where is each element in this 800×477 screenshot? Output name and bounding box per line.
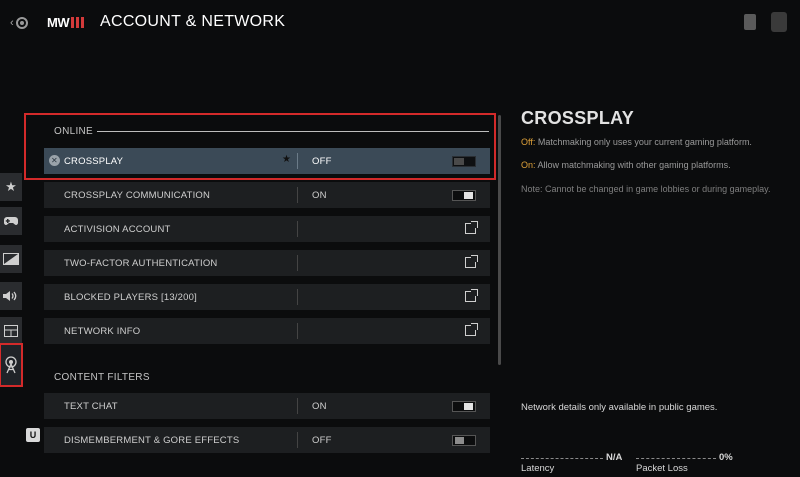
row-divider — [297, 398, 298, 414]
text-chat-toggle[interactable] — [452, 401, 476, 412]
back-button[interactable]: ‹ — [10, 15, 34, 31]
star-icon: ★ — [5, 179, 17, 194]
row-divider — [297, 323, 298, 339]
latency-value: N/A — [606, 452, 623, 463]
latency-label: Latency — [521, 463, 555, 474]
header-indicator-icon — [744, 14, 756, 30]
detail-title: CROSSPLAY — [521, 108, 635, 128]
packet-loss-value: 0% — [719, 452, 733, 463]
row-divider — [297, 187, 298, 203]
detail-off-text: Matchmaking only uses your current gamin… — [535, 137, 752, 147]
external-link-icon — [465, 323, 478, 336]
rail-interface-tab[interactable] — [0, 317, 22, 345]
external-link-icon — [465, 255, 478, 268]
detail-note: Note: Cannot be changed in game lobbies … — [521, 184, 771, 194]
game-logo: MW — [47, 15, 85, 30]
rail-controller-tab[interactable] — [0, 207, 22, 235]
blocked-players-row[interactable]: BLOCKED PLAYERS [13/200] — [44, 284, 490, 310]
gore-effects-value: OFF — [312, 435, 332, 446]
activision-account-label: ACTIVISION ACCOUNT — [64, 224, 171, 235]
highlight-box — [24, 113, 496, 180]
rail-audio-tab[interactable] — [0, 282, 22, 310]
blocked-players-label: BLOCKED PLAYERS [13/200] — [64, 292, 197, 303]
packet-loss-dash — [636, 458, 716, 459]
logo-bars-icon — [71, 17, 85, 28]
speaker-icon — [3, 291, 17, 301]
network-info-label: NETWORK INFO — [64, 326, 141, 337]
detail-on-description: On: Allow matchmaking with other gaming … — [521, 160, 731, 170]
row-divider — [297, 221, 298, 237]
gore-effects-row[interactable]: DISMEMBERMENT & GORE EFFECTS OFF — [44, 427, 490, 453]
crossplay-communication-row[interactable]: CROSSPLAY COMMUNICATION ON — [44, 182, 490, 208]
gore-effects-toggle[interactable] — [452, 435, 476, 446]
page-title: ACCOUNT & NETWORK — [100, 13, 286, 30]
controller-icon — [4, 217, 18, 225]
activision-account-row[interactable]: ACTIVISION ACCOUNT — [44, 216, 490, 242]
text-chat-label: TEXT CHAT — [64, 401, 118, 412]
gore-effects-label: DISMEMBERMENT & GORE EFFECTS — [64, 435, 240, 446]
crossplay-communication-label: CROSSPLAY COMMUNICATION — [64, 190, 211, 201]
section-content-filters-label: CONTENT FILTERS — [54, 372, 150, 383]
network-info-row[interactable]: NETWORK INFO — [44, 318, 490, 344]
two-factor-row[interactable]: TWO-FACTOR AUTHENTICATION — [44, 250, 490, 276]
interface-icon — [4, 325, 18, 337]
crossplay-communication-toggle[interactable] — [452, 190, 476, 201]
two-factor-label: TWO-FACTOR AUTHENTICATION — [64, 258, 218, 269]
row-divider — [297, 432, 298, 448]
detail-on-text: Allow matchmaking with other gaming plat… — [535, 160, 731, 170]
rail-graphics-tab[interactable] — [0, 245, 22, 273]
latency-dash — [521, 458, 603, 459]
crossplay-communication-value: ON — [312, 190, 327, 201]
network-icon — [5, 356, 17, 374]
detail-on-key: On: — [521, 160, 536, 170]
header: ‹ MW ACCOUNT & NETWORK — [0, 0, 800, 46]
detail-off-description: Off: Matchmaking only uses your current … — [521, 137, 752, 147]
bottom-badge-icon: U — [26, 428, 40, 442]
rail-favorites-tab[interactable]: ★ — [0, 173, 22, 201]
list-scrollbar[interactable] — [498, 115, 501, 365]
detail-off-key: Off: — [521, 137, 536, 147]
logo-text: MW — [47, 15, 70, 30]
packet-loss-label: Packet Loss — [636, 463, 688, 474]
row-divider — [297, 255, 298, 271]
network-note: Network details only available in public… — [521, 402, 718, 413]
rail-account-network-tab[interactable] — [0, 343, 23, 387]
back-ring-icon — [15, 17, 28, 29]
row-divider — [297, 289, 298, 305]
external-link-icon — [465, 289, 478, 302]
text-chat-row[interactable]: TEXT CHAT ON — [44, 393, 490, 419]
external-link-icon — [465, 221, 478, 234]
text-chat-value: ON — [312, 401, 327, 412]
back-chevron-icon: ‹ — [10, 17, 14, 29]
header-profile-icon[interactable] — [771, 12, 787, 32]
display-icon — [3, 253, 19, 265]
